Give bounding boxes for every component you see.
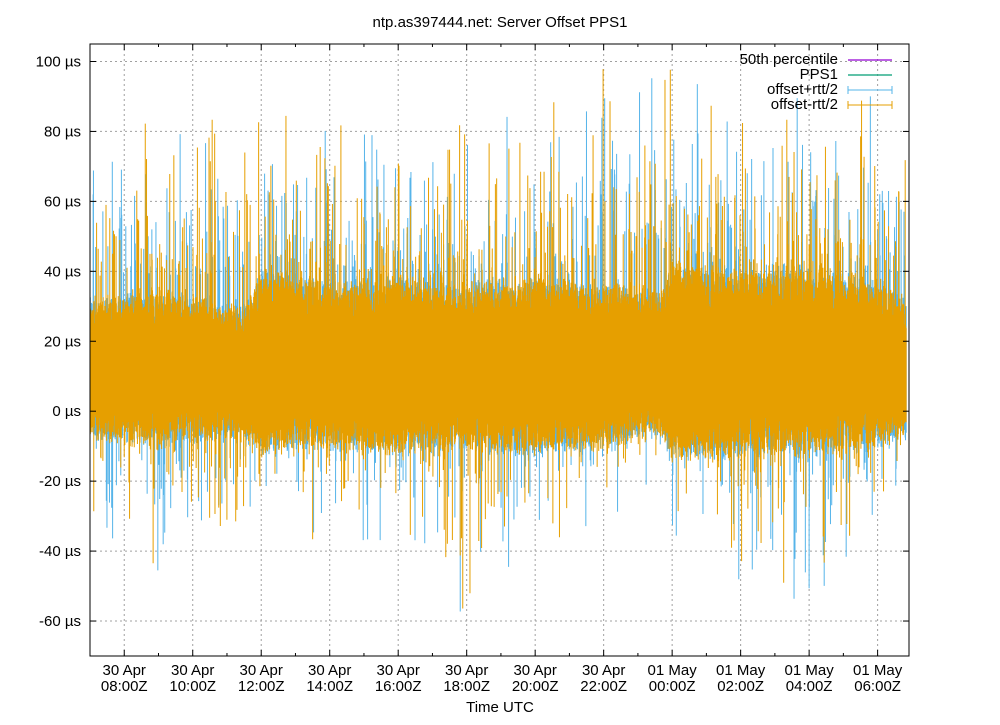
x-tick-label-time: 00:00Z (649, 678, 696, 695)
y-tick-label: -20 µs (39, 473, 81, 490)
x-tick-label-time: 14:00Z (306, 678, 353, 695)
x-tick-label-time: 06:00Z (854, 678, 901, 695)
x-tick-label-time: 16:00Z (375, 678, 422, 695)
x-tick-label-date: 01 May (648, 662, 698, 679)
x-tick-label-date: 30 Apr (582, 662, 625, 679)
y-tick-label: 40 µs (44, 263, 81, 280)
x-tick-label-date: 01 May (785, 662, 835, 679)
x-tick-label-time: 04:00Z (786, 678, 833, 695)
chart-title: ntp.as397444.net: Server Offset PPS1 (373, 14, 628, 31)
x-tick-label-date: 30 Apr (103, 662, 146, 679)
x-tick-label-date: 30 Apr (308, 662, 351, 679)
chart-svg: 100 µs 80 µs 60 µs 40 µs 20 µs 0 µs -20 µs -40 … (0, 0, 1000, 720)
y-tick-label: -40 µs (39, 543, 81, 560)
x-tick-label-date: 30 Apr (513, 662, 556, 679)
x-tick-label-date: 30 Apr (171, 662, 214, 679)
x-tick-label-date: 30 Apr (377, 662, 420, 679)
y-tick-label: 100 µs (36, 53, 81, 70)
offset-chart: 100 µs 80 µs 60 µs 40 µs 20 µs 0 µs -20 µs -40 … (0, 0, 1000, 720)
legend-label: offset-rtt/2 (771, 96, 838, 113)
y-tick-label: 60 µs (44, 193, 81, 210)
x-tick-label-time: 02:00Z (717, 678, 764, 695)
x-tick-label-time: 10:00Z (169, 678, 216, 695)
y-tick-label: 0 µs (52, 403, 81, 420)
x-tick-label-date: 30 Apr (240, 662, 283, 679)
y-tick-label: 80 µs (44, 123, 81, 140)
x-axis-label: Time UTC (466, 699, 534, 716)
x-tick-label-date: 01 May (716, 662, 766, 679)
y-tick-label: 20 µs (44, 333, 81, 350)
x-tick-label-time: 18:00Z (443, 678, 490, 695)
x-tick-label-time: 20:00Z (512, 678, 559, 695)
x-tick-label-time: 12:00Z (238, 678, 285, 695)
legend: 50th percentilePPS1offset+rtt/2offset-rt… (740, 51, 893, 113)
x-tick-label-date: 01 May (853, 662, 903, 679)
x-tick-label-time: 22:00Z (580, 678, 627, 695)
x-tick-label-date: 30 Apr (445, 662, 488, 679)
y-tick-label: -60 µs (39, 613, 81, 630)
x-tick-label-time: 08:00Z (101, 678, 148, 695)
